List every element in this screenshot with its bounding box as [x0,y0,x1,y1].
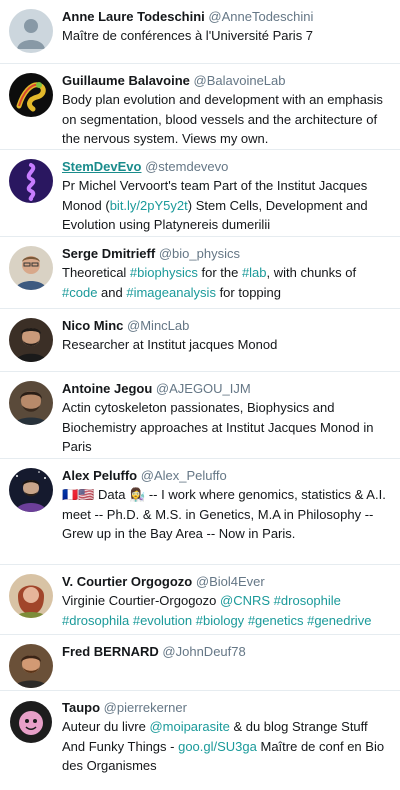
bio-text: and [97,284,127,300]
avatar-image [9,381,53,425]
avatar[interactable] [9,574,53,618]
list-item[interactable]: Nico Minc @MincLab Researcher at Institu… [0,309,400,372]
bio-text: , with chunks of [266,265,357,280]
bio-link[interactable]: bit.ly/2pY5y2t [110,198,188,213]
bio-link[interactable]: #drosophile [274,593,341,608]
display-name[interactable]: Alex Peluffo [62,468,137,483]
bio-link[interactable]: #imageanalysis [126,285,216,300]
bio-text: for topping [215,284,281,300]
user-handle[interactable]: @JohnDeuf78 [162,644,245,659]
user-bio: Maître de conférences à l'Université Par… [62,26,392,46]
bio-text: Actin cytoskeleton passionates, Biophysi… [62,400,374,454]
avatar[interactable] [9,246,53,290]
avatar[interactable] [9,318,53,362]
avatar[interactable] [9,468,53,512]
user-bio: Pr Michel Vervoort's team Part of the In… [62,176,392,235]
bio-link[interactable]: #genetics [248,613,304,628]
bio-text: 🇫🇷🇺🇸 Data 👩‍🔬 -- I work where genomics, … [62,487,386,541]
list-item[interactable]: Serge Dmitrieff @bio_physics Theoretical… [0,237,400,309]
user-handle[interactable]: @Alex_Peluffo [141,468,227,483]
display-name[interactable]: Nico Minc [62,318,123,333]
bio-link[interactable]: #biophysics [130,265,198,280]
avatar-image [9,318,53,362]
list-item[interactable]: Fred BERNARD @JohnDeuf78 [0,635,400,691]
bio-link[interactable]: #evolution [133,613,192,628]
avatar[interactable] [9,644,53,688]
bio-text: Body plan evolution and development with… [62,92,383,146]
bio-text: Auteur du livre [62,719,150,734]
avatar-image [9,574,53,618]
display-name[interactable]: Serge Dmitrieff [62,246,155,261]
bio-link[interactable]: goo.gl/SU3ga [178,739,257,754]
bio-link[interactable]: #code [62,285,97,300]
user-handle[interactable]: @Biol4Ever [196,574,265,589]
display-name[interactable]: Anne Laure Todeschini [62,9,205,24]
list-item[interactable]: StemDevEvo @stemdevevo Pr Michel Vervoor… [0,150,400,237]
avatar-image [9,246,53,290]
user-bio: Auteur du livre @moiparasite & du blog S… [62,717,392,776]
user-handle[interactable]: @BalavoineLab [194,73,286,88]
avatar[interactable] [9,9,53,53]
bio-text: Researcher at Institut jacques Monod [62,337,278,352]
avatar-image [9,468,53,512]
display-name[interactable]: V. Courtier Orgogozo [62,574,192,589]
avatar[interactable] [9,381,53,425]
follow-list: Anne Laure Todeschini @AnneTodeschini Ma… [0,0,400,790]
user-handle[interactable]: @MincLab [127,318,189,333]
default-avatar-icon [9,9,53,53]
list-item[interactable]: Antoine Jegou @AJEGOU_IJM Actin cytoskel… [0,372,400,459]
user-handle[interactable]: @pierrekerner [104,700,187,715]
avatar-image [9,73,53,117]
display-name[interactable]: Guillaume Balavoine [62,73,190,88]
list-item[interactable]: Anne Laure Todeschini @AnneTodeschini Ma… [0,0,400,64]
bio-text: Theoretical [62,265,130,280]
avatar[interactable] [9,73,53,117]
avatar-image [9,644,53,688]
bio-text: for the [197,265,242,280]
user-bio: Actin cytoskeleton passionates, Biophysi… [62,398,392,457]
avatar[interactable] [9,700,53,744]
bio-text: Virginie Courtier-Orgogozo [62,593,220,608]
display-name[interactable]: StemDevEvo [62,159,141,174]
user-bio: Theoretical #biophysics for the #lab, wi… [62,263,392,302]
display-name[interactable]: Antoine Jegou [62,381,152,396]
display-name[interactable]: Taupo [62,700,100,715]
list-item[interactable]: Alex Peluffo @Alex_Peluffo 🇫🇷🇺🇸 Data 👩‍🔬… [0,459,400,565]
user-handle[interactable]: @AnneTodeschini [208,9,313,24]
avatar[interactable] [9,159,53,203]
user-bio: Body plan evolution and development with… [62,90,392,149]
bio-link[interactable]: #drosophila [62,613,129,628]
user-handle[interactable]: @AJEGOU_IJM [156,381,251,396]
list-item[interactable]: V. Courtier Orgogozo @Biol4Ever Virginie… [0,565,400,635]
bio-link[interactable]: #genedrive [307,613,371,628]
bio-link[interactable]: #biology [196,613,244,628]
display-name[interactable]: Fred BERNARD [62,644,159,659]
user-handle[interactable]: @bio_physics [159,246,240,261]
user-bio: Researcher at Institut jacques Monod [62,335,392,355]
bio-text: Maître de conférences à l'Université Par… [62,28,314,43]
list-item[interactable]: Taupo @pierrekerner Auteur du livre @moi… [0,691,400,790]
list-item[interactable]: Guillaume Balavoine @BalavoineLab Body p… [0,64,400,150]
user-handle[interactable]: @stemdevevo [145,159,228,174]
avatar-image [9,159,53,203]
avatar-image [9,700,53,744]
bio-link[interactable]: @CNRS [220,593,270,608]
bio-link[interactable]: #lab [242,265,267,280]
bio-link[interactable]: @moiparasite [149,719,229,734]
user-bio: 🇫🇷🇺🇸 Data 👩‍🔬 -- I work where genomics, … [62,485,392,544]
user-bio: Virginie Courtier-Orgogozo @CNRS #drosop… [62,591,392,630]
